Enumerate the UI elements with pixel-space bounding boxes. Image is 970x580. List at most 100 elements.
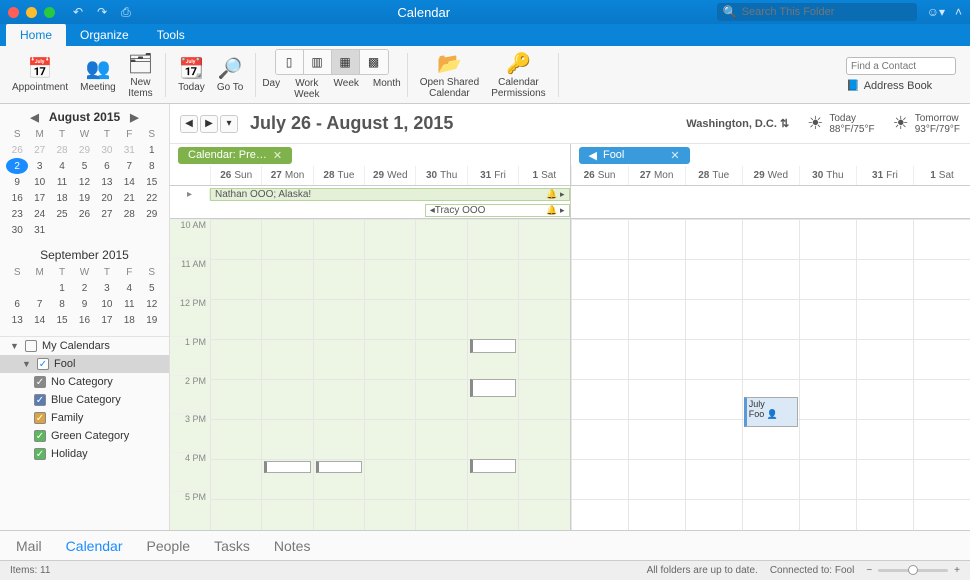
open-shared-button[interactable]: 📂Open Shared Calendar [414,49,486,101]
event[interactable] [470,379,516,397]
view-workweek-button[interactable]: ▥ [304,50,332,74]
bell-icon: 🔔 ▸ [546,205,564,216]
nav-notes[interactable]: Notes [274,538,311,554]
appointment-button[interactable]: 📅Appointment [6,54,74,95]
status-connected: Connected to: Fool [770,565,855,576]
allday-event[interactable]: ◂ Tracy OOO🔔 ▸ [425,204,570,217]
close-icon[interactable]: ✕ [670,149,679,162]
event-july-foo[interactable]: July Foo 👤 [744,397,798,427]
redo-icon[interactable]: ↷ [97,5,107,20]
undo-icon[interactable]: ↶ [73,5,83,20]
find-contact-input[interactable] [846,57,956,75]
calendar-category[interactable]: ✓Holiday [0,445,169,463]
my-calendars-header[interactable]: ▼ My Calendars [0,337,169,355]
sun-icon: ☀ [893,113,909,134]
event[interactable] [470,339,516,353]
checkbox[interactable]: ✓ [34,412,46,424]
prev-week-button[interactable]: ◀ [180,115,198,133]
mini-calendar-1[interactable]: SMTWTFS262728293031123456789101112131415… [0,126,169,242]
mini-cal-nav: ◀ August 2015 ▶ [0,104,169,126]
search-input[interactable] [742,6,911,18]
day-header: 27 Mon [261,166,312,185]
sun-icon: ☀ [807,113,823,134]
checkbox[interactable]: ✓ [34,448,46,460]
search-box[interactable]: 🔍 [717,3,917,21]
day-header: 29 Wed [742,166,799,185]
chevron-down-icon: ▼ [10,341,20,351]
calendar-grid: Calendar: Pre…✕ 26 Sun27 Mon28 Tue29 Wed… [170,144,970,530]
weather-today: ☀ Today88°F/75°F [807,113,874,135]
view-day-label: Day [262,78,280,100]
day-header: 1 Sat [518,166,569,185]
calendar-category[interactable]: ✓No Category [0,373,169,391]
view-day-button[interactable]: ▯ [276,50,304,74]
prev-month-icon[interactable]: ◀ [30,111,38,124]
tab-organize[interactable]: Organize [66,24,143,46]
event[interactable] [470,459,516,473]
view-week-button[interactable]: ▦ [332,50,360,74]
today-icon: 📆 [179,56,204,82]
day-headers-left: 26 Sun27 Mon28 Tue29 Wed30 Thu31 Fri1 Sa… [170,166,570,186]
ribbon: 📅Appointment 👥Meeting 🗂New Items 📆Today … [0,46,970,104]
permissions-button[interactable]: 🔑Calendar Permissions [485,49,551,101]
pane-left: Calendar: Pre…✕ 26 Sun27 Mon28 Tue29 Wed… [170,144,571,530]
view-month-button[interactable]: ▩ [360,50,388,74]
maximize-icon[interactable] [44,7,55,18]
next-week-button[interactable]: ▶ [200,115,218,133]
nav-mail[interactable]: Mail [16,538,42,554]
calendar-category[interactable]: ✓Green Category [0,427,169,445]
bottom-nav: Mail Calendar People Tasks Notes [0,530,970,560]
checkbox[interactable]: ✓ [37,358,49,370]
nav-people[interactable]: People [147,538,191,554]
hours-left[interactable]: 10 AM11 AM12 PM1 PM2 PM3 PM4 PM5 PM [170,219,570,530]
new-items-icon: 🗂 [128,51,153,77]
pane-right-tab[interactable]: ◀ Fool✕ [579,147,690,164]
hours-right[interactable]: July Foo 👤 [571,219,970,530]
day-headers-right: 26 Sun27 Mon28 Tue29 Wed30 Thu31 Fri1 Sa… [571,166,970,186]
address-book-button[interactable]: 📘Address Book [846,79,956,92]
allday-event[interactable]: Nathan OOO; Alaska!🔔 ▸ [210,188,570,201]
new-items-button[interactable]: 🗂New Items [122,49,159,101]
window-title: Calendar [131,5,717,20]
close-icon[interactable] [8,7,19,18]
event[interactable] [264,461,310,473]
open-shared-icon: 📂 [437,51,462,77]
title-bar: ↶ ↷ ⎙ Calendar 🔍 ☺▾ ˄ [0,0,970,24]
tab-home[interactable]: Home [6,24,66,46]
permissions-icon: 🔑 [506,51,531,77]
next-month-icon[interactable]: ▶ [130,111,138,124]
goto-button[interactable]: 🔎Go To [211,54,250,95]
pane-left-tab[interactable]: Calendar: Pre…✕ [178,147,292,164]
weather-location[interactable]: Washington, D.C. ⇅ [686,117,789,130]
checkbox[interactable]: ✓ [34,376,46,388]
close-icon[interactable]: ✕ [273,149,282,162]
zoom-in-icon[interactable]: + [954,565,960,576]
pane-right: ◀ Fool✕ 26 Sun27 Mon28 Tue29 Wed30 Thu31… [571,144,970,530]
nav-calendar[interactable]: Calendar [66,538,123,554]
smiley-icon[interactable]: ☺▾ [927,5,945,19]
view-month-label: Month [373,78,401,100]
event[interactable] [316,461,362,473]
meeting-button[interactable]: 👥Meeting [74,54,122,95]
dropdown-button[interactable]: ▾ [220,115,238,133]
today-button[interactable]: 📆Today [172,54,211,95]
checkbox[interactable] [25,340,37,352]
bell-icon: 🔔 ▸ [546,189,564,200]
tab-tools[interactable]: Tools [143,24,199,46]
day-header: 29 Wed [364,166,415,185]
mini-calendar-2[interactable]: SMTWTFS12345678910111213141516171819 [0,264,169,332]
checkbox[interactable]: ✓ [34,394,46,406]
minimize-icon[interactable] [26,7,37,18]
status-items: Items: 11 [10,565,50,576]
print-icon[interactable]: ⎙ [121,5,131,20]
zoom-slider[interactable]: − + [866,565,960,576]
nav-tasks[interactable]: Tasks [214,538,250,554]
calendar-category[interactable]: ✓Blue Category [0,391,169,409]
calendar-fool[interactable]: ▼ ✓ Fool [0,355,169,373]
zoom-out-icon[interactable]: − [866,565,872,576]
view-week-label: Week [334,78,359,100]
collapse-ribbon-icon[interactable]: ˄ [955,5,962,19]
calendar-category[interactable]: ✓Family [0,409,169,427]
checkbox[interactable]: ✓ [34,430,46,442]
expand-allday-icon[interactable]: ▸ [170,189,210,200]
